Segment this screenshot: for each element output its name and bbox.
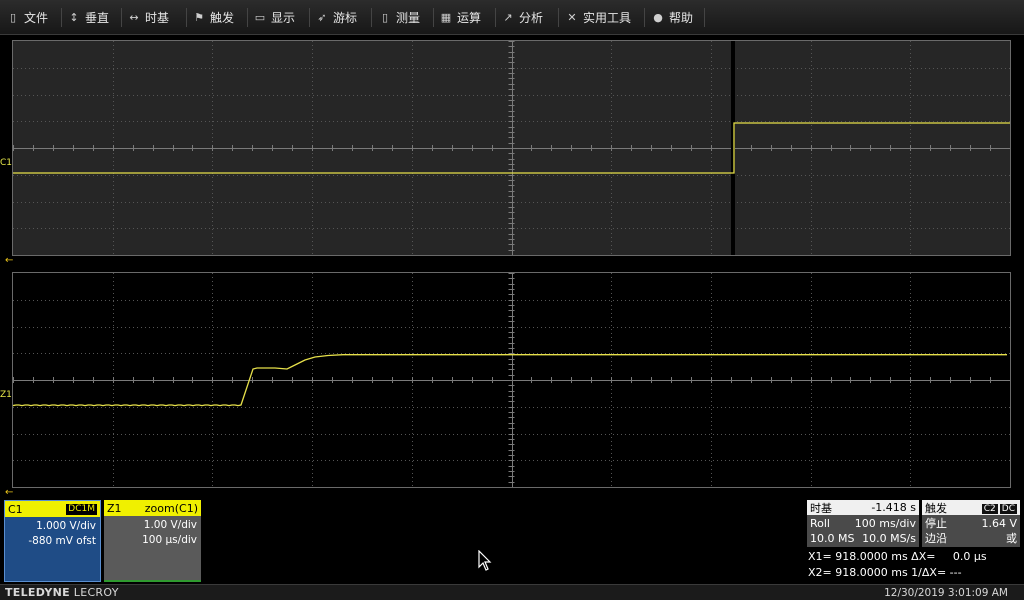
menu-trigger-label: 触发 xyxy=(210,11,235,25)
date-time: 12/30/2019 3:01:09 AM xyxy=(884,587,1008,599)
chart-icon: ↗ xyxy=(503,11,513,24)
trigger-state: 停止 xyxy=(925,517,947,530)
trigger-slope: 或 xyxy=(1006,532,1017,545)
ruler-icon: ▯ xyxy=(381,11,389,24)
menu-measure[interactable]: ▯ 测量 xyxy=(378,0,420,35)
z1-descriptor-header: Z1 zoom(C1) xyxy=(104,500,201,516)
horizontal-arrows-icon: ↔ xyxy=(129,11,139,24)
c1-scale: 1.000 V/div xyxy=(36,520,96,532)
timebase-delay: -1.418 s xyxy=(871,501,916,514)
mouse-pointer-icon xyxy=(478,550,492,571)
trigger-label: 触发 xyxy=(925,501,947,515)
z1-waveform-grid[interactable] xyxy=(12,272,1011,488)
timebase-descriptor[interactable]: 时基 -1.418 s Roll 100 ms/div 10.0 MS 10.0… xyxy=(807,500,919,547)
document-icon: ▯ xyxy=(9,11,17,24)
z1-scale: 1.00 V/div xyxy=(143,519,197,531)
menu-separator xyxy=(495,8,496,27)
timebase-samples: 10.0 MS xyxy=(810,532,855,545)
z1-descriptor-box[interactable]: Z1 zoom(C1) 1.00 V/div 100 µs/div xyxy=(104,500,201,582)
menu-cursors-label: 游标 xyxy=(333,11,358,25)
cursor-pointer-icon: ➶ xyxy=(317,11,327,24)
menu-file[interactable]: ▯ 文件 xyxy=(6,0,48,35)
menu-separator xyxy=(61,8,62,27)
cursor-readout: X1= 918.0000 ms ΔX= 0.0 µs X2= 918.0000 … xyxy=(808,549,987,581)
brand-rest: LECROY xyxy=(69,586,119,599)
cursor-readout-line1: X1= 918.0000 ms ΔX= 0.0 µs xyxy=(808,550,987,563)
z1-name: Z1 xyxy=(107,501,122,515)
trigger-flag-icon: ⚑ xyxy=(194,11,204,24)
menu-display-label: 显示 xyxy=(271,11,296,25)
menu-measure-label: 测量 xyxy=(396,11,421,25)
menu-file-label: 文件 xyxy=(24,11,49,25)
menu-math-label: 运算 xyxy=(457,11,482,25)
menu-math[interactable]: ▦ 运算 xyxy=(439,0,481,35)
trigger-badges: C2 DC xyxy=(980,501,1017,515)
menu-display[interactable]: ▭ 显示 xyxy=(253,0,295,35)
c1-coupling-badge: DC1M xyxy=(66,503,97,515)
z1-left-arrow-icon: ← xyxy=(5,487,14,498)
status-bar: TELEDYNE LECROY 12/30/2019 3:01:09 AM xyxy=(0,584,1024,600)
tools-icon: ✕ xyxy=(567,11,577,24)
trigger-descriptor[interactable]: 触发 C2 DC 停止 1.64 V 边沿 或 xyxy=(922,500,1020,547)
menu-separator xyxy=(121,8,122,27)
c1-descriptor-box[interactable]: C1 DC1M 1.000 V/div -880 mV ofst xyxy=(4,500,101,582)
c1-descriptor-header: C1 DC1M xyxy=(5,501,100,517)
trigger-coupling-badge: DC xyxy=(999,503,1017,514)
c1-waveform-grid[interactable] xyxy=(12,40,1011,256)
z1-ground-marker[interactable]: Z1 xyxy=(0,390,12,400)
help-icon: ● xyxy=(653,11,663,24)
menu-vertical-label: 垂直 xyxy=(85,11,110,25)
timebase-body: Roll 100 ms/div 10.0 MS 10.0 MS/s xyxy=(807,515,919,547)
menu-timebase[interactable]: ↔ 时基 xyxy=(127,0,169,35)
menu-separator xyxy=(433,8,434,27)
menu-bar: ▯ 文件 ↕ 垂直 ↔ 时基 ⚑ 触发 ▭ 显示 ➶ 游标 ▯ 测量 ▦ 运算 … xyxy=(0,0,1024,35)
menu-timebase-label: 时基 xyxy=(145,11,170,25)
cursor-readout-line2: X2= 918.0000 ms 1/ΔX= --- xyxy=(808,566,962,579)
menu-separator xyxy=(309,8,310,27)
menu-vertical[interactable]: ↕ 垂直 xyxy=(67,0,109,35)
timebase-mode: Roll xyxy=(810,517,830,530)
menu-analysis[interactable]: ↗ 分析 xyxy=(501,0,543,35)
menu-analysis-label: 分析 xyxy=(519,11,544,25)
brand-logo: TELEDYNE LECROY xyxy=(5,586,119,599)
z1-grid-svg xyxy=(13,273,1010,487)
menu-help-label: 帮助 xyxy=(669,11,694,25)
calculator-icon: ▦ xyxy=(440,11,452,24)
display-icon: ▭ xyxy=(254,11,266,24)
menu-separator xyxy=(704,8,705,27)
trigger-type: 边沿 xyxy=(925,532,947,545)
timebase-time-div: 100 ms/div xyxy=(854,517,916,530)
z1-source: zoom(C1) xyxy=(144,501,198,515)
c1-offset: -880 mV ofst xyxy=(28,535,96,547)
trigger-source-badge: C2 xyxy=(981,503,998,514)
c1-grid-svg xyxy=(13,41,1010,255)
menu-help[interactable]: ● 帮助 xyxy=(651,0,693,35)
menu-separator xyxy=(371,8,372,27)
c1-name: C1 xyxy=(8,502,23,516)
brand-bold: TELEDYNE xyxy=(5,586,70,599)
menu-cursors[interactable]: ➶ 游标 xyxy=(315,0,357,35)
trigger-body: 停止 1.64 V 边沿 或 xyxy=(922,515,1020,547)
menu-utilities-label: 实用工具 xyxy=(583,11,632,25)
c1-ground-marker[interactable]: C1 xyxy=(0,158,12,168)
menu-utilities[interactable]: ✕ 实用工具 xyxy=(565,0,631,35)
timebase-sample-rate: 10.0 MS/s xyxy=(862,532,916,545)
trigger-header: 触发 C2 DC xyxy=(922,500,1020,515)
menu-separator xyxy=(186,8,187,27)
trigger-level: 1.64 V xyxy=(981,517,1017,530)
menu-trigger[interactable]: ⚑ 触发 xyxy=(192,0,234,35)
z1-timebase: 100 µs/div xyxy=(142,534,197,546)
menu-separator xyxy=(644,8,645,27)
menu-separator xyxy=(558,8,559,27)
timebase-label: 时基 xyxy=(810,501,832,515)
menu-separator xyxy=(247,8,248,27)
timebase-header: 时基 -1.418 s xyxy=(807,500,919,515)
c1-left-arrow-icon: ← xyxy=(5,255,14,266)
vertical-arrows-icon: ↕ xyxy=(69,11,79,24)
